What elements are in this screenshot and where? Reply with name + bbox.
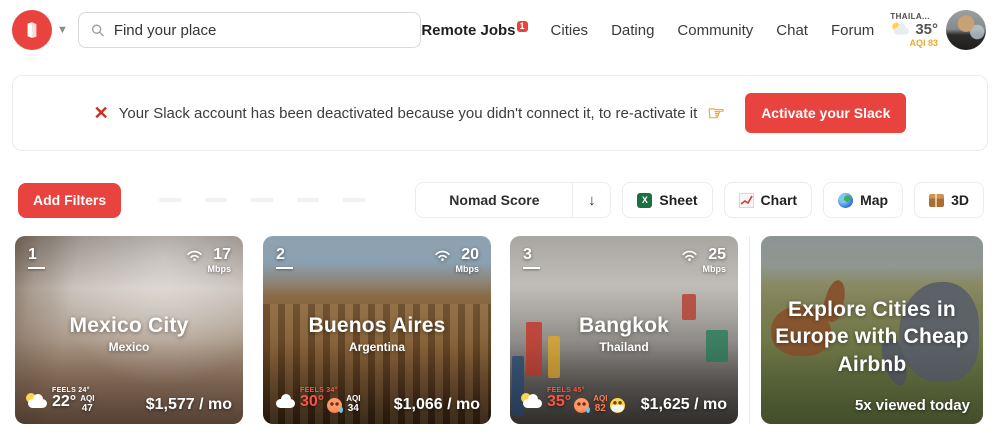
- cross-mark-icon: ✕: [93, 102, 109, 123]
- wifi-speed-value: 25: [708, 246, 726, 263]
- map-view-button[interactable]: Map: [823, 182, 904, 218]
- chevron-down-icon: ▼: [57, 24, 68, 36]
- remote-jobs-badge: 1: [516, 21, 528, 32]
- promo-title: Explore Cities in Europe with Cheap Airb…: [775, 298, 969, 376]
- wifi-icon: [434, 250, 450, 261]
- city-card-mexico-city[interactable]: 1 17 Mbps Mexico City Mexico FEELS 24° 2…: [15, 236, 243, 424]
- aqi-label: AQI: [80, 394, 95, 403]
- wifi-speed-unit: Mbps: [455, 264, 480, 274]
- weather-temp: 35°: [915, 20, 938, 38]
- search-input[interactable]: [113, 21, 409, 39]
- climate-info: FEELS 24° 22° AQI 47: [26, 387, 94, 414]
- sun-behind-cloud-icon: [26, 392, 48, 409]
- 3d-view-label: 3D: [951, 192, 969, 208]
- logo-menu[interactable]: ▼: [12, 10, 68, 50]
- top-navigation-bar: ▼ Remote Jobs1 Cities Dating Community C…: [0, 0, 1000, 60]
- aqi-label: AQI: [346, 394, 361, 403]
- nav-remote-jobs[interactable]: Remote Jobs 1: [421, 21, 528, 39]
- wifi-speed-value: 20: [461, 246, 479, 263]
- wifi-icon: [681, 250, 697, 261]
- pointing-right-icon: ☞: [707, 102, 726, 125]
- current-location-weather-widget[interactable]: THAILA... 35° AQI 83: [890, 12, 938, 49]
- climate-info: FEELS 45° 35° AQI 82: [521, 387, 626, 414]
- city-card-buenos-aires[interactable]: 2 20 Mbps Buenos Aires Argentina FEELS 3…: [263, 236, 491, 424]
- temperature-value: 35°: [547, 393, 572, 410]
- main-nav: Remote Jobs 1 Cities Dating Community Cha…: [421, 21, 874, 39]
- hot-face-emoji: [574, 398, 591, 413]
- wifi-icon: [186, 250, 202, 261]
- rank-badge: 3: [523, 246, 540, 269]
- sort-select[interactable]: Nomad Score ↓: [415, 182, 612, 218]
- rank-badge: 2: [276, 246, 293, 269]
- slack-deactivated-banner: ✕ Your Slack account has been deactivate…: [12, 75, 988, 151]
- promo-view-count: 5x viewed today: [854, 397, 970, 414]
- aqi-value: 34: [347, 403, 359, 414]
- mask-face-emoji: [610, 398, 626, 413]
- search-bar[interactable]: [77, 12, 422, 48]
- chart-view-button[interactable]: Chart: [723, 182, 813, 218]
- sheet-view-button[interactable]: Sheet: [622, 182, 713, 218]
- spreadsheet-icon: [637, 192, 653, 208]
- country-name: Mexico: [108, 340, 150, 354]
- internet-speed: 20 Mbps: [434, 246, 480, 274]
- sort-direction-toggle[interactable]: ↓: [572, 183, 610, 217]
- monthly-cost: $1,625 / mo: [640, 396, 727, 413]
- globe-icon: [838, 192, 854, 208]
- sheet-view-label: Sheet: [659, 192, 698, 208]
- aqi-value: 47: [81, 403, 93, 414]
- weather-location-label: THAILA...: [890, 11, 930, 21]
- wifi-speed-unit: Mbps: [207, 264, 232, 274]
- chart-view-label: Chart: [760, 192, 798, 208]
- rank-badge: 1: [28, 246, 45, 269]
- sun-behind-cloud-icon: [892, 23, 911, 36]
- cards-divider: [749, 236, 750, 424]
- internet-speed: 25 Mbps: [681, 246, 727, 274]
- internet-speed: 17 Mbps: [186, 246, 232, 274]
- sun-behind-cloud-icon: [521, 392, 543, 409]
- aqi-value: 82: [594, 403, 606, 414]
- map-view-label: Map: [860, 192, 889, 208]
- map-glyph: [27, 22, 37, 38]
- wifi-speed-value: 17: [213, 246, 231, 263]
- city-cards-row: 1 17 Mbps Mexico City Mexico FEELS 24° 2…: [15, 236, 985, 424]
- nav-dating[interactable]: Dating: [611, 22, 654, 39]
- nav-cities[interactable]: Cities: [551, 22, 589, 39]
- cloud-icon: [274, 393, 296, 409]
- weather-aqi: AQI 83: [909, 38, 938, 49]
- country-name: Argentina: [348, 340, 405, 354]
- nomadlist-logo-icon[interactable]: [12, 10, 52, 50]
- nav-community[interactable]: Community: [677, 22, 753, 39]
- wifi-speed-unit: Mbps: [702, 264, 727, 274]
- monthly-cost: $1,577 / mo: [145, 396, 232, 413]
- filter-toolbar: Add Filters Nomad Score ↓ Sheet Chart Ma…: [18, 182, 984, 218]
- climate-info: FEELS 34° 30° AQI 34: [274, 387, 360, 414]
- monthly-cost: $1,066 / mo: [393, 396, 480, 413]
- faded-filters-placeholder: [159, 198, 378, 202]
- search-icon: [91, 24, 104, 36]
- nav-forum[interactable]: Forum: [831, 22, 874, 39]
- activate-slack-button[interactable]: Activate your Slack: [745, 93, 907, 133]
- nav-chat[interactable]: Chat: [776, 22, 808, 39]
- city-name: Mexico City: [69, 314, 189, 337]
- city-card-bangkok[interactable]: 3 25 Mbps Bangkok Thailand FEELS 45° 35°…: [510, 236, 738, 424]
- temperature-value: 22°: [52, 393, 77, 410]
- aqi-label: AQI: [593, 394, 608, 403]
- hot-face-emoji: [327, 398, 344, 413]
- sort-selected-value: Nomad Score: [449, 192, 540, 208]
- add-filters-button[interactable]: Add Filters: [18, 182, 122, 218]
- chart-icon: [738, 192, 754, 208]
- country-name: Thailand: [599, 340, 649, 354]
- banner-message: Your Slack account has been deactivated …: [118, 104, 698, 122]
- 3d-view-button[interactable]: 3D: [914, 182, 984, 218]
- promo-card-europe-airbnb[interactable]: Explore Cities in Europe with Cheap Airb…: [761, 236, 983, 424]
- temperature-value: 30°: [300, 393, 325, 410]
- user-avatar[interactable]: [946, 10, 986, 50]
- city-name: Buenos Aires: [308, 314, 446, 337]
- package-icon: [929, 193, 945, 207]
- city-name: Bangkok: [578, 314, 670, 337]
